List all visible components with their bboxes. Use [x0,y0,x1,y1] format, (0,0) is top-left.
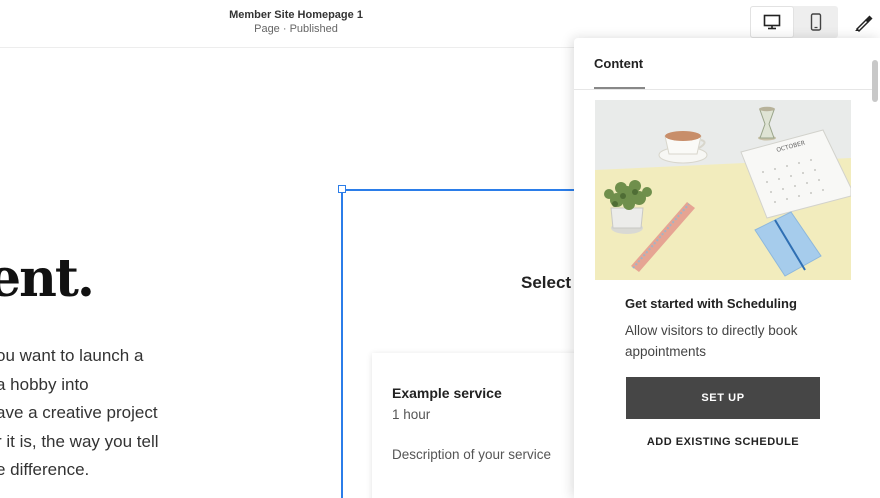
divider [574,89,872,90]
hero-paragraph[interactable]: ou want to launch a a hobby into ave a c… [0,342,159,485]
page-status: Page · Published [254,23,338,35]
tab-content[interactable]: Content [594,56,643,71]
desktop-view-button[interactable] [750,6,794,38]
hero-line: a hobby into [0,374,89,394]
mobile-view-button[interactable] [794,6,838,38]
hero-line: ave a creative project [0,403,158,422]
mobile-icon [810,13,822,31]
service-duration: 1 hour [392,407,431,422]
panel-scrollbar[interactable] [872,60,878,102]
panel-description: Allow visitors to directly book appointm… [625,323,798,359]
add-existing-schedule-link[interactable]: ADD EXISTING SCHEDULE [626,436,820,448]
service-name: Example service [392,385,502,401]
hero-line: e difference. [0,460,90,479]
service-description: Description of your service [392,447,552,462]
desktop-icon [763,14,781,30]
paintbrush-icon [855,15,873,33]
scheduling-illustration: OCTOBER [595,100,851,280]
page-title-block[interactable]: Member Site Homepage 1 Page · Published [196,8,396,36]
hero-line: r it is, the way you tell [0,431,159,451]
set-up-button[interactable]: SET UP [626,377,820,419]
block-settings-panel: Content OCTOBER Get started with Schedul… [574,38,880,498]
site-styles-button[interactable] [848,8,878,38]
panel-heading: Get started with Scheduling [625,296,797,311]
hero-heading[interactable]: ent. [0,248,95,309]
device-toggle [750,6,838,38]
resize-handle[interactable] [338,185,346,193]
hero-line: ou want to launch a [0,346,144,365]
page-title: Member Site Homepage 1 [229,9,363,21]
